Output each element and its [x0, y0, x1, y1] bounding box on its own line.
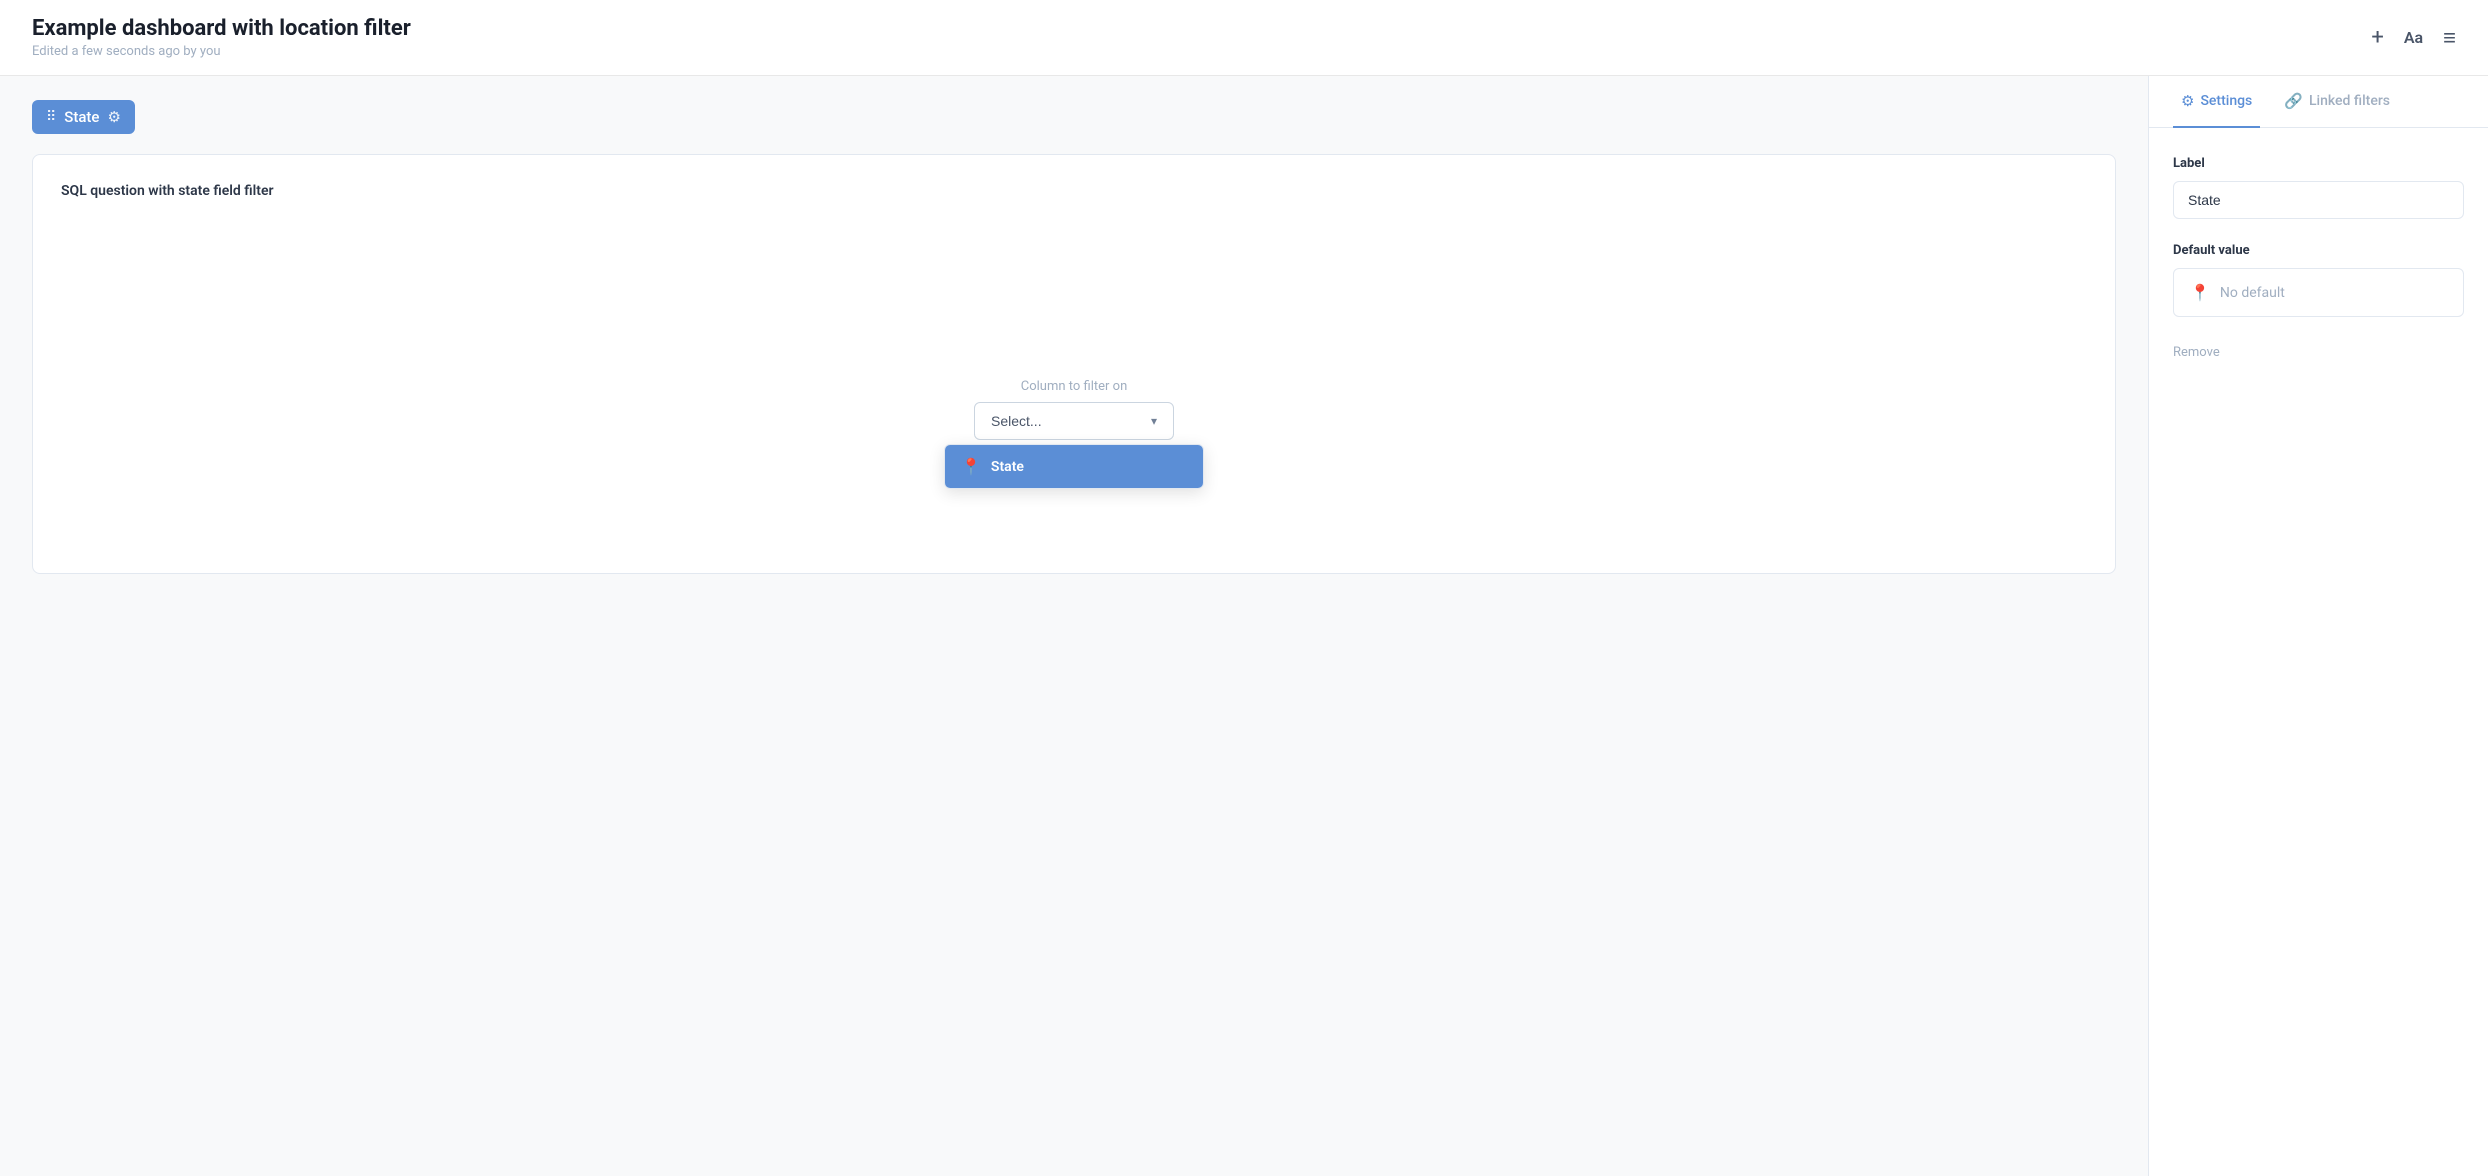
question-card: SQL question with state field filter Col…	[32, 154, 2116, 574]
default-value-box: 📍 No default	[2173, 268, 2464, 317]
filter-chip[interactable]: ⠿ State ⚙	[32, 100, 135, 134]
remove-button[interactable]: Remove	[2173, 345, 2464, 360]
filter-chip-gear-icon[interactable]: ⚙	[107, 108, 120, 126]
dropdown-item-state[interactable]: 📍 State	[945, 445, 1203, 488]
tab-linked-filters[interactable]: 🔗 Linked filters	[2276, 76, 2398, 128]
card-title: SQL question with state field filter	[61, 183, 2087, 199]
column-filter-area: Column to filter on Select... ▾ 📍 State	[61, 379, 2087, 440]
right-panel-tabs: ⚙ Settings 🔗 Linked filters	[2149, 76, 2488, 128]
column-dropdown-menu: 📍 State	[944, 444, 1204, 489]
add-icon[interactable]: +	[2371, 25, 2383, 50]
page-title: Example dashboard with location filter	[32, 16, 411, 41]
drag-dots-icon: ⠿	[46, 109, 56, 125]
right-panel: ⚙ Settings 🔗 Linked filters Label Defaul…	[2148, 76, 2488, 1176]
content-area: ⠿ State ⚙ SQL question with state field …	[0, 76, 2488, 1176]
filter-chip-label: State	[64, 108, 99, 126]
dropdown-item-label: State	[991, 459, 1024, 475]
default-pin-icon: 📍	[2190, 283, 2210, 302]
column-select-wrapper: Select... ▾ 📍 State	[974, 402, 1174, 440]
column-filter-label: Column to filter on	[1021, 379, 1128, 394]
main-panel: ⠿ State ⚙ SQL question with state field …	[0, 76, 2148, 1176]
right-panel-body: Label Default value 📍 No default Remove	[2149, 128, 2488, 388]
filter-icon[interactable]: ≡	[2443, 25, 2456, 51]
select-placeholder: Select...	[991, 413, 1042, 429]
chevron-down-icon: ▾	[1151, 414, 1157, 428]
text-size-icon[interactable]: Aa	[2404, 28, 2423, 47]
label-field-heading: Label	[2173, 156, 2464, 171]
tab-settings[interactable]: ⚙ Settings	[2173, 76, 2260, 128]
header-left: Example dashboard with location filter E…	[32, 16, 411, 59]
page-subtitle: Edited a few seconds ago by you	[32, 44, 411, 59]
column-select-button[interactable]: Select... ▾	[974, 402, 1174, 440]
tab-linked-filters-label: Linked filters	[2309, 93, 2390, 109]
tab-settings-label: Settings	[2200, 93, 2252, 109]
link-icon: 🔗	[2284, 92, 2303, 110]
location-pin-icon: 📍	[961, 457, 981, 476]
default-value-text: No default	[2220, 285, 2285, 301]
page-header: Example dashboard with location filter E…	[0, 0, 2488, 76]
default-value-heading: Default value	[2173, 243, 2464, 258]
header-actions: + Aa ≡	[2371, 25, 2456, 51]
settings-gear-icon: ⚙	[2181, 92, 2194, 110]
label-input[interactable]	[2173, 181, 2464, 219]
